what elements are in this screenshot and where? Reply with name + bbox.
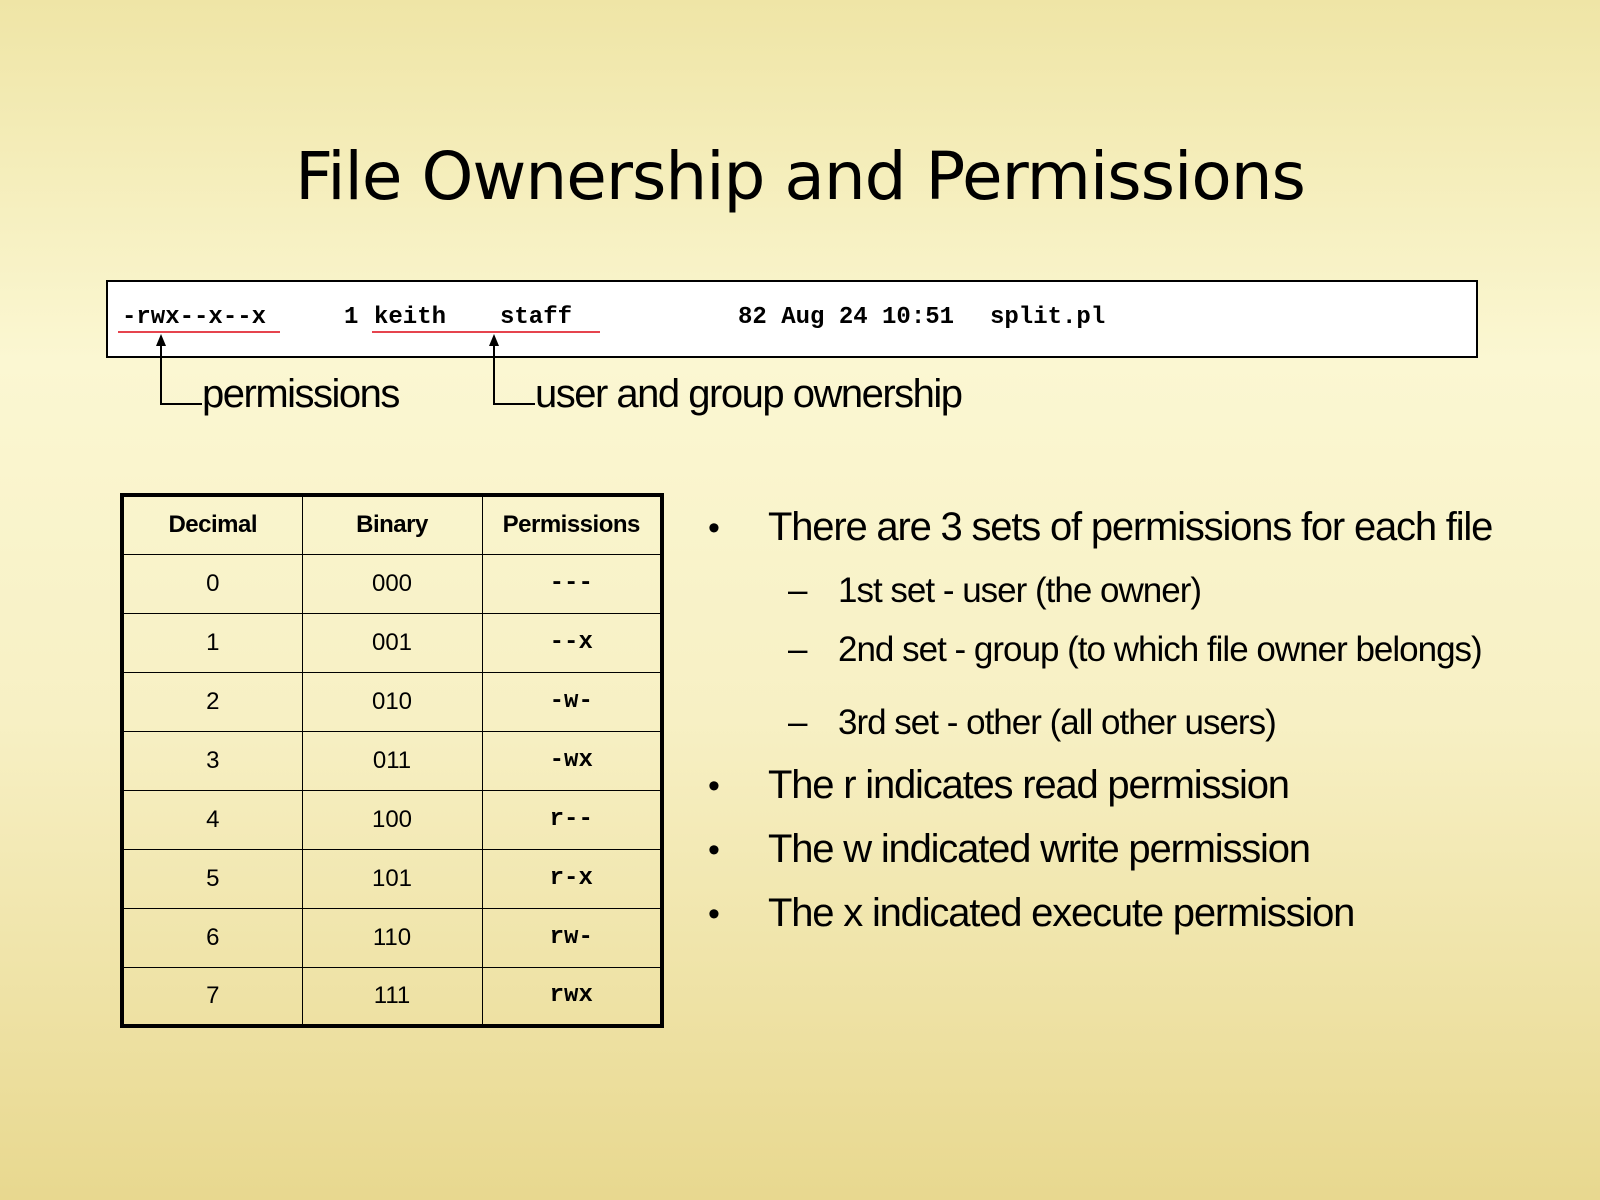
binary-cell: 000	[301, 553, 483, 614]
decimal-cell: 0	[121, 553, 303, 614]
bullet-text: There are 3 sets of permissions for each…	[768, 505, 1493, 549]
table-row: 3 011 -wx	[121, 730, 663, 791]
sub-bullet-mark: –	[788, 703, 807, 742]
table-row: 4 100 r--	[121, 789, 663, 850]
decimal-cell: 3	[121, 730, 303, 791]
permissions-arrowhead	[156, 334, 166, 346]
decimal-cell: 5	[121, 848, 303, 909]
sub-bullet-text: 2nd set - group (to which file owner bel…	[838, 630, 1483, 669]
table-header-row: Decimal Binary Permissions	[121, 494, 663, 555]
table-row: 5 101 r-x	[121, 848, 663, 909]
header-permissions: Permissions	[481, 494, 663, 555]
permission-cell: -wx	[481, 730, 663, 791]
sub-bullet-mark: –	[788, 630, 807, 669]
permissions-arrow-line	[160, 344, 202, 405]
decimal-cell: 1	[121, 612, 303, 673]
permission-cell: r--	[481, 789, 663, 850]
header-decimal: Decimal	[121, 494, 303, 555]
header-binary: Binary	[301, 494, 483, 555]
binary-cell: 110	[301, 907, 483, 968]
bullet-mark: •	[708, 509, 720, 547]
sub-bullet-text: 3rd set - other (all other users)	[838, 703, 1277, 742]
bullet-text: The w indicated write permission	[768, 827, 1311, 871]
permissions-table: Decimal Binary Permissions 0 000 --- 1 0…	[120, 493, 664, 1028]
bullet-text: The x indicated execute permission	[768, 891, 1355, 935]
table-row: 0 000 ---	[121, 553, 663, 614]
bullet-mark: •	[708, 767, 720, 805]
table-row: 7 111 rwx	[121, 966, 663, 1027]
decimal-cell: 6	[121, 907, 303, 968]
ownership-arrowhead	[489, 334, 499, 346]
bullet-text: The r indicates read permission	[768, 763, 1290, 807]
bullet-mark: •	[708, 831, 720, 869]
decimal-cell: 2	[121, 671, 303, 732]
binary-cell: 001	[301, 612, 483, 673]
ownership-arrow-line	[493, 344, 535, 405]
permissions-callout-label: permissions	[202, 372, 400, 416]
permission-cell: ---	[481, 553, 663, 614]
binary-cell: 010	[301, 671, 483, 732]
sub-bullet-text: 1st set - user (the owner)	[838, 571, 1202, 610]
ownership-callout-label: user and group ownership	[535, 372, 963, 416]
permission-cell: rw-	[481, 907, 663, 968]
binary-cell: 101	[301, 848, 483, 909]
decimal-cell: 7	[121, 966, 303, 1027]
permission-cell: rwx	[481, 966, 663, 1027]
binary-cell: 011	[301, 730, 483, 791]
permission-cell: -w-	[481, 671, 663, 732]
table-row: 2 010 -w-	[121, 671, 663, 732]
bullet-mark: •	[708, 895, 720, 933]
permission-cell: --x	[481, 612, 663, 673]
table-row: 6 110 rw-	[121, 907, 663, 968]
permission-cell: r-x	[481, 848, 663, 909]
table-row: 1 001 --x	[121, 612, 663, 673]
binary-cell: 100	[301, 789, 483, 850]
decimal-cell: 4	[121, 789, 303, 850]
sub-bullet-mark: –	[788, 571, 807, 610]
binary-cell: 111	[301, 966, 483, 1027]
